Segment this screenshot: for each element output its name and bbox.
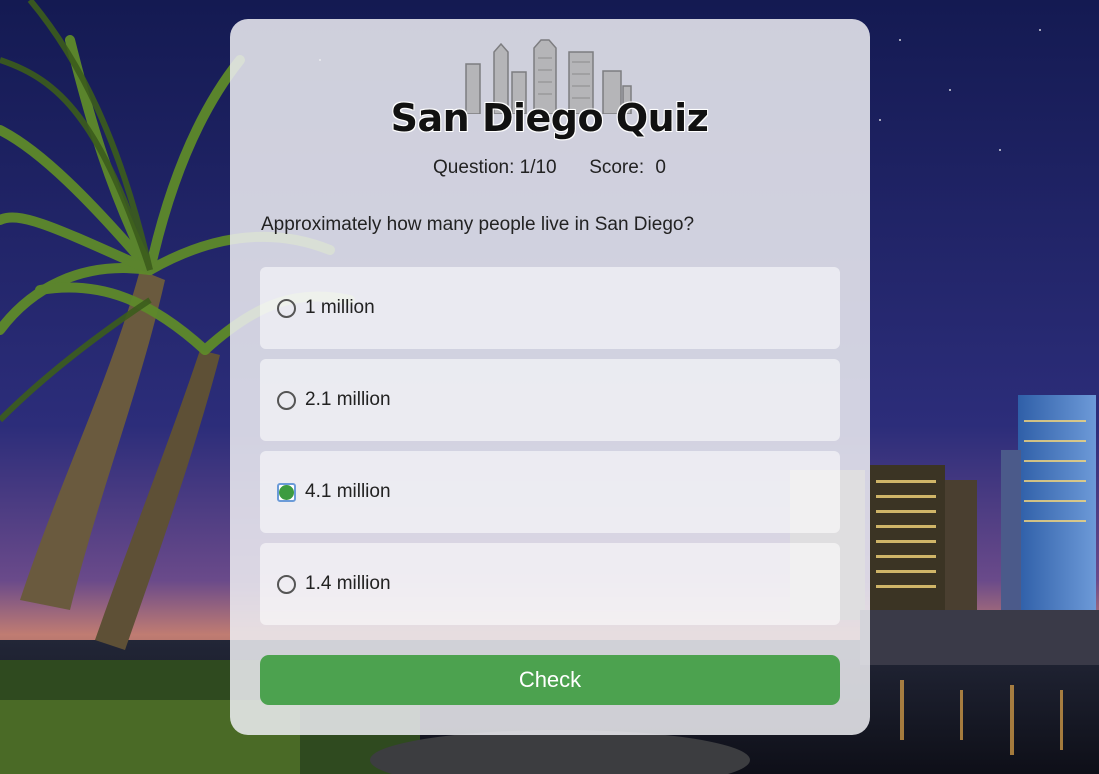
quiz-status: Question: 1/10 Score: 0 xyxy=(0,157,1099,179)
radio-button[interactable] xyxy=(277,390,296,410)
option-1[interactable]: 1 million xyxy=(260,267,840,349)
option-label: 4.1 million xyxy=(305,481,391,502)
option-3[interactable]: 4.1 million xyxy=(260,451,840,533)
option-label: 2.1 million xyxy=(305,389,391,410)
score-label: Score: xyxy=(589,157,645,178)
question-label: Question: xyxy=(433,157,515,178)
option-2[interactable]: 2.1 million xyxy=(260,359,840,441)
check-button[interactable]: Check xyxy=(260,655,840,705)
option-4[interactable]: 1.4 million xyxy=(260,543,840,625)
radio-button[interactable] xyxy=(277,298,296,318)
question-progress: 1/10 xyxy=(519,157,557,178)
radio-button[interactable] xyxy=(277,574,296,594)
page-title: San Diego Quiz xyxy=(390,96,709,140)
option-label: 1.4 million xyxy=(305,573,391,594)
score-value: 0 xyxy=(655,157,666,178)
radio-button-selected[interactable] xyxy=(277,482,296,502)
option-label: 1 million xyxy=(305,297,375,318)
question-text: Approximately how many people live in Sa… xyxy=(261,214,695,235)
